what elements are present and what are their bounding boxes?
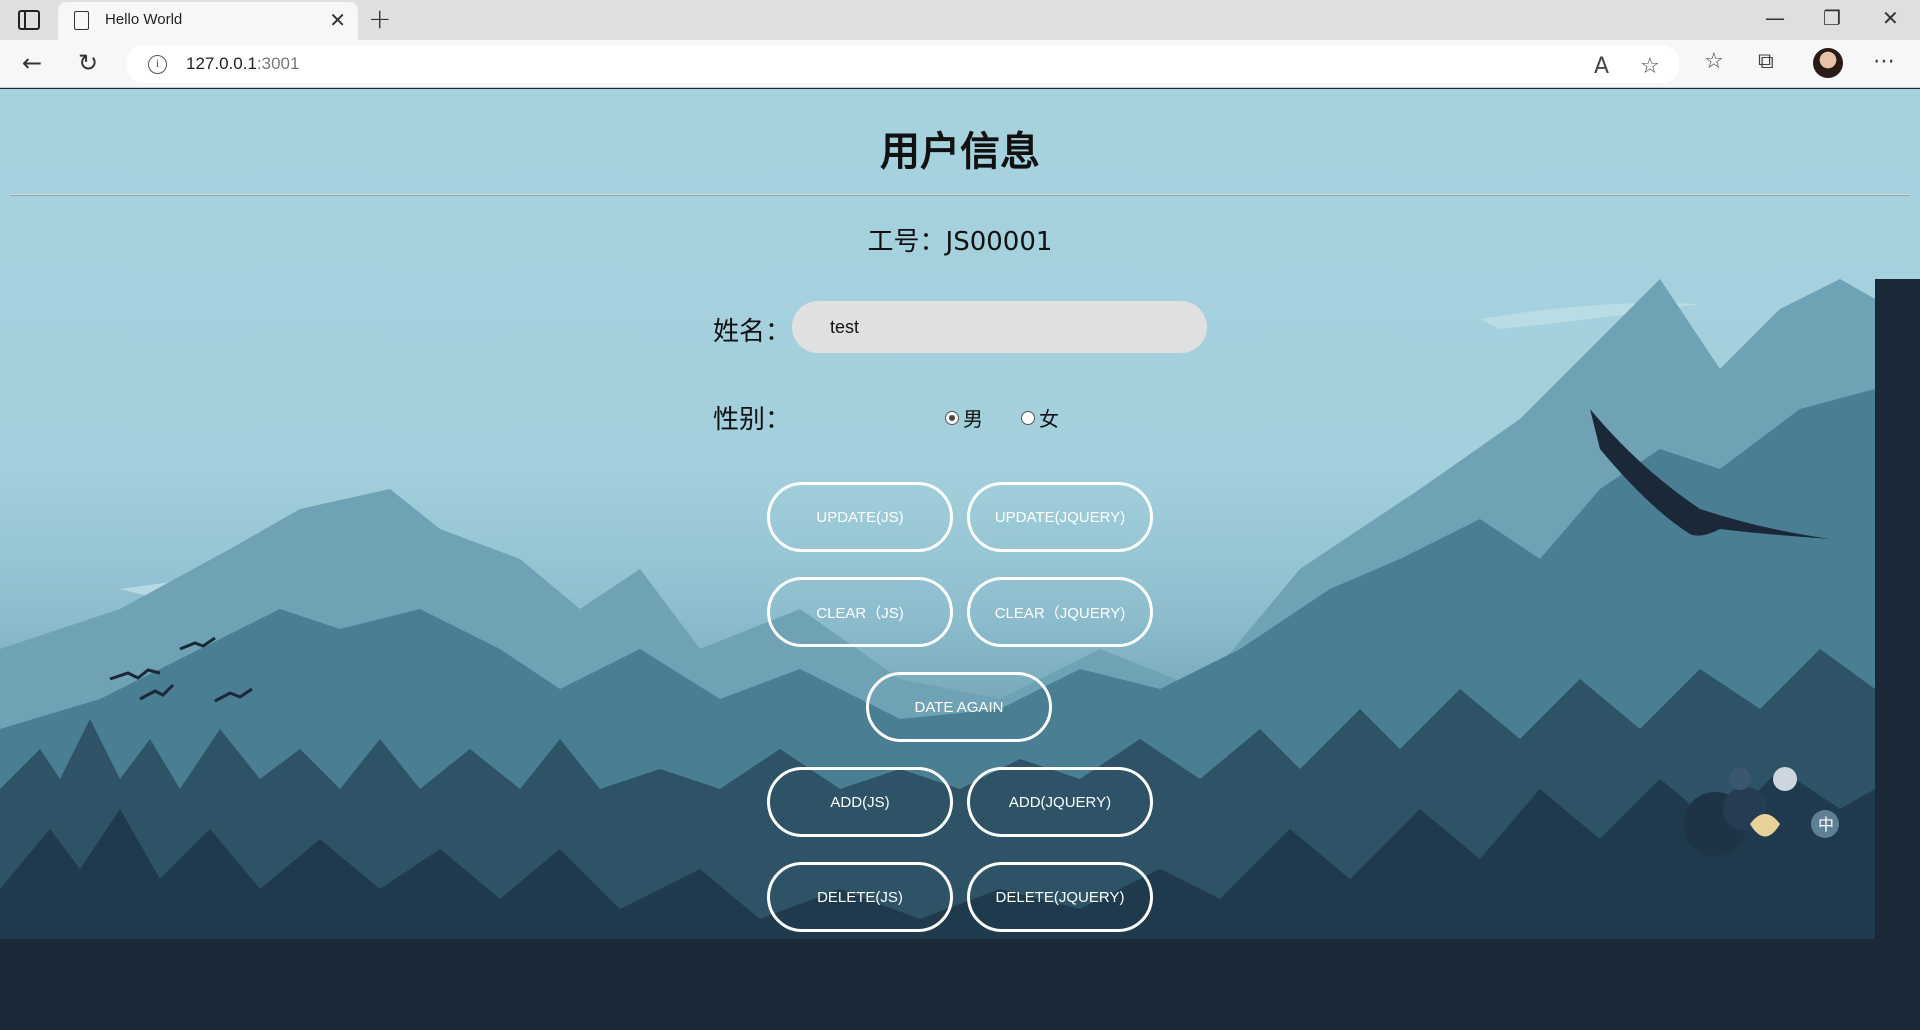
page-body: 用户信息 工号：JS00001 姓名： 性别： 男 女 UPDATE(JS) U… <box>0 89 1920 1030</box>
gender-option-label: 女 <box>1039 407 1059 431</box>
tab-title: Hello World <box>105 11 183 28</box>
update-js-button[interactable]: UPDATE(JS) <box>767 482 953 552</box>
favorites-icon[interactable]: ☆ <box>1704 49 1724 74</box>
delete-jquery-button[interactable]: DELETE(JQUERY) <box>967 862 1153 932</box>
name-input[interactable] <box>792 301 1207 353</box>
add-jquery-button[interactable]: ADD(JQUERY) <box>967 767 1153 837</box>
gender-option-label: 男 <box>963 407 983 431</box>
clear-jquery-button[interactable]: CLEAR（JQUERY) <box>967 577 1153 647</box>
clear-js-button[interactable]: CLEAR（JS) <box>767 577 953 647</box>
restore-button[interactable]: ❐ <box>1823 6 1841 30</box>
page-title: 用户信息 <box>880 129 1040 175</box>
date-again-button[interactable]: DATE AGAIN <box>866 672 1052 742</box>
close-tab-icon[interactable]: ✕ <box>329 8 346 32</box>
browser-tab-bar: Hello World ✕ + — ❐ ✕ <box>0 0 1920 40</box>
employee-number: 工号：JS00001 <box>867 227 1053 257</box>
add-js-button[interactable]: ADD(JS) <box>767 767 953 837</box>
gender-radio-male[interactable]: 男 <box>945 403 983 432</box>
tab-actions-icon[interactable] <box>18 10 40 30</box>
radio-unchecked-icon[interactable] <box>1021 410 1035 425</box>
collections-icon[interactable]: ⧉ <box>1758 49 1774 74</box>
radio-checked-icon[interactable] <box>945 410 959 425</box>
svg-text:中: 中 <box>1818 815 1834 834</box>
url-text: 127.0.0.1:3001 <box>186 54 300 73</box>
delete-js-button[interactable]: DELETE(JS) <box>767 862 953 932</box>
refresh-icon[interactable]: ↻ <box>78 49 98 77</box>
url-field[interactable]: i 127.0.0.1:3001 A ☆ <box>126 45 1680 83</box>
info-icon[interactable]: i <box>148 55 167 74</box>
read-aloud-icon[interactable]: A <box>1594 54 1609 79</box>
browser-tab[interactable]: Hello World ✕ <box>58 2 358 40</box>
page-icon <box>74 11 89 30</box>
back-arrow-icon[interactable]: ← <box>22 49 42 77</box>
gender-label: 性别： <box>713 405 792 435</box>
new-tab-button[interactable]: + <box>368 2 391 35</box>
add-favorite-icon[interactable]: ☆ <box>1640 54 1660 79</box>
close-window-button[interactable]: ✕ <box>1882 6 1899 30</box>
floating-widget-icon[interactable]: 中 <box>1655 749 1845 879</box>
gender-radio-female[interactable]: 女 <box>1021 403 1059 432</box>
name-label: 姓名： <box>713 317 792 347</box>
minimize-button[interactable]: — <box>1765 6 1785 30</box>
address-bar: ← ↻ i 127.0.0.1:3001 A ☆ ☆ ⧉ ⋯ <box>0 40 1920 88</box>
profile-avatar[interactable] <box>1813 48 1843 78</box>
divider <box>10 194 1910 196</box>
more-menu-icon[interactable]: ⋯ <box>1873 49 1895 74</box>
update-jquery-button[interactable]: UPDATE(JQUERY) <box>967 482 1153 552</box>
